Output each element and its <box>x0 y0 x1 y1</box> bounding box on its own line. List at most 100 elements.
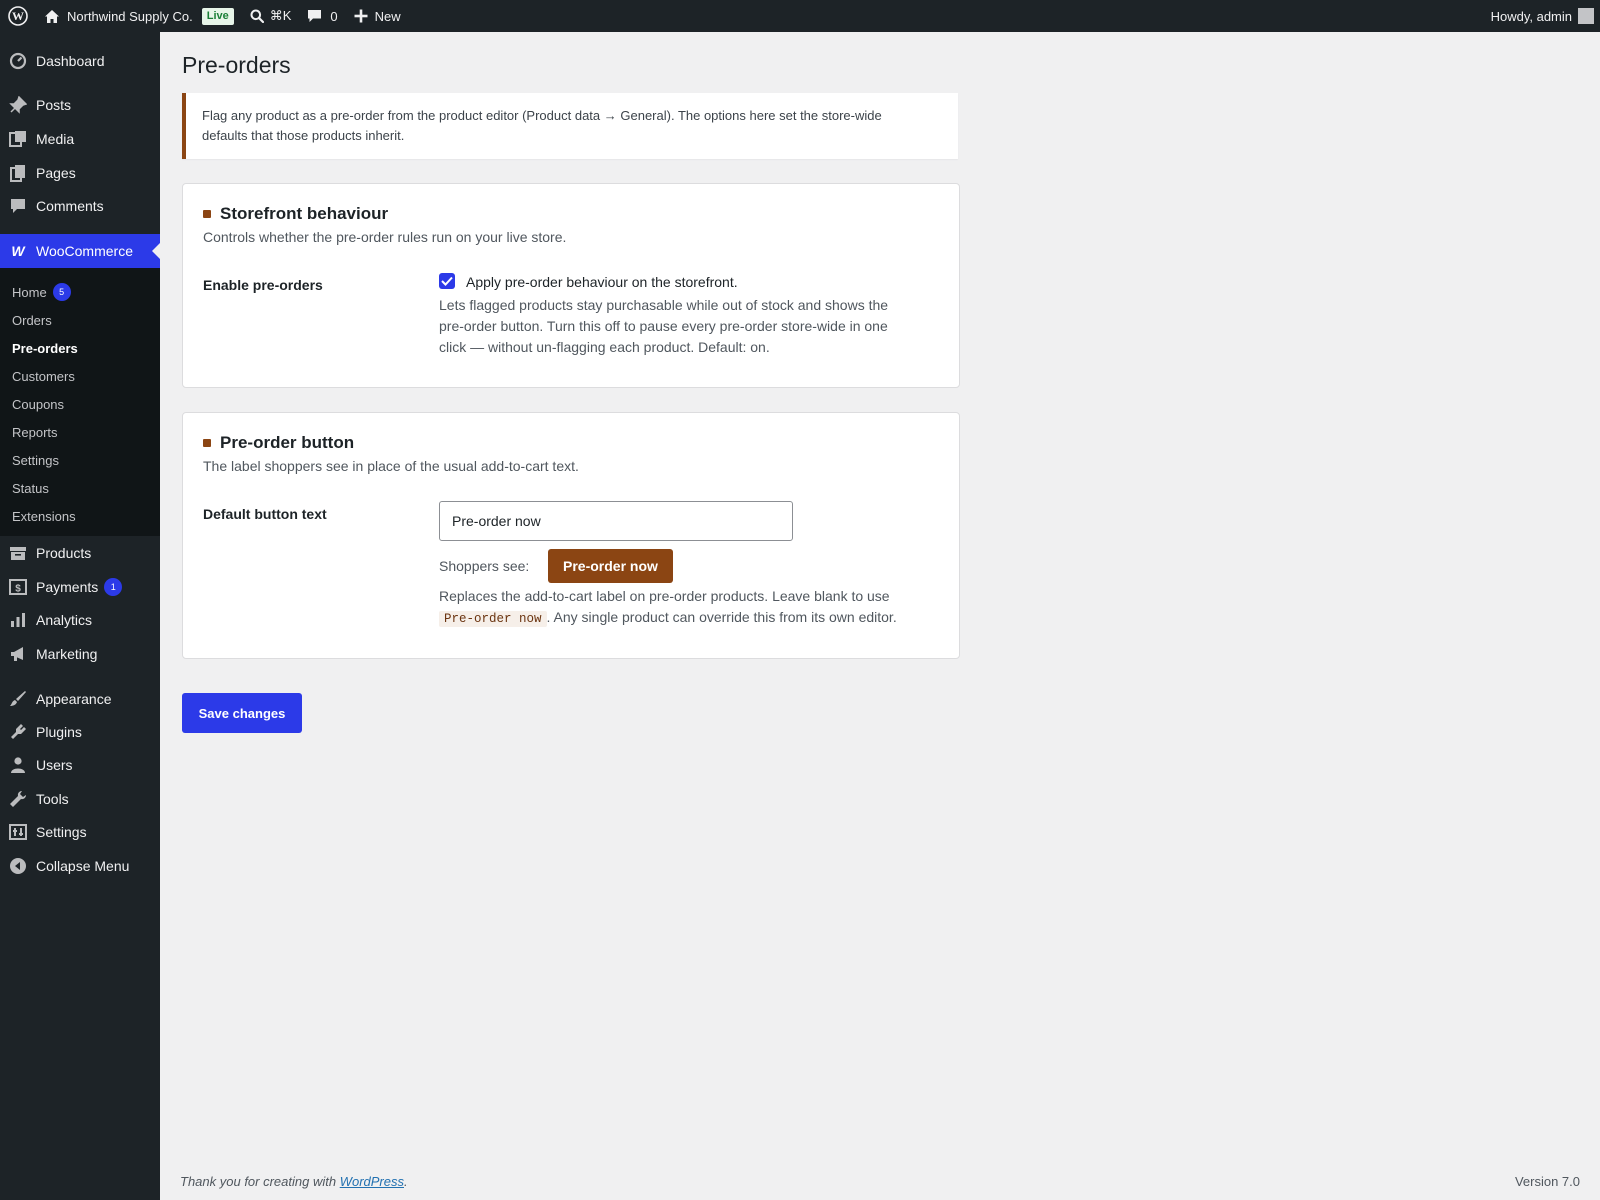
submenu-item-label: Extensions <box>12 508 76 524</box>
new-content-button[interactable]: New <box>346 0 409 32</box>
sidebar-item-payments[interactable]: $ Payments 1 <box>0 570 160 604</box>
pages-icon <box>0 164 36 182</box>
settings-icon <box>0 823 36 841</box>
footer-version: Version 7.0 <box>1514 1174 1580 1189</box>
sidebar-item-analytics[interactable]: Analytics <box>0 603 160 637</box>
sidebar-item-label: Settings <box>36 824 87 840</box>
submenu-item-status[interactable]: Status <box>12 478 49 498</box>
user-icon <box>0 756 36 774</box>
sidebar-item-dashboard[interactable]: Dashboard <box>0 44 160 78</box>
pre-order-button-card: Pre-order button The label shoppers see … <box>182 412 960 659</box>
sidebar-item-woocommerce[interactable]: W WooCommerce <box>0 234 160 268</box>
sidebar-item-label: Tools <box>36 791 69 807</box>
submenu-item-customers[interactable]: Customers <box>12 366 75 386</box>
svg-text:W: W <box>12 9 24 23</box>
sidebar-item-marketing[interactable]: Marketing <box>0 637 160 671</box>
new-label: New <box>374 8 401 24</box>
brush-icon <box>0 690 36 708</box>
live-status-badge: Live <box>201 7 234 25</box>
save-changes-button[interactable]: Save changes <box>182 693 302 733</box>
default-button-text-help: Replaces the add-to-cart label on pre-or… <box>439 586 939 630</box>
woocommerce-submenu: Home 5 Orders Pre-orders Customers Coupo… <box>0 268 160 536</box>
footer-thanks: Thank you for creating with WordPress. <box>180 1174 408 1189</box>
checkmark-icon <box>441 276 453 286</box>
footer-thanks-suffix: . <box>404 1174 408 1189</box>
submenu-item-label: Orders <box>12 312 52 328</box>
sidebar-item-label: Collapse Menu <box>36 858 130 874</box>
submenu-item-extensions[interactable]: Extensions <box>12 506 76 526</box>
section-title-text: Pre-order button <box>220 433 355 452</box>
default-button-text-input[interactable] <box>439 501 793 541</box>
collapse-menu-button[interactable]: Collapse Menu <box>0 849 160 883</box>
help-line: Replaces the add-to-cart label on pre-or… <box>439 588 890 604</box>
sidebar-item-label: Analytics <box>36 612 93 628</box>
section-description: The label shoppers see in place of the u… <box>203 458 579 474</box>
shoppers-see-label: Shoppers see: <box>439 558 530 574</box>
plugin-icon <box>0 723 36 741</box>
submenu-item-label: Reports <box>12 424 58 440</box>
main-content: Pre-orders Flag any product as a pre-ord… <box>160 32 1600 1200</box>
comments-count: 0 <box>330 8 338 24</box>
help-line: Lets flagged products stay purchasable w… <box>439 297 889 313</box>
sidebar-item-label: Posts <box>36 97 72 113</box>
comments-link[interactable]: 0 <box>299 0 345 32</box>
wordpress-logo-icon[interactable]: W <box>0 0 36 32</box>
sidebar-item-products[interactable]: Products <box>0 536 160 570</box>
payments-icon: $ <box>0 578 36 596</box>
command-search-button[interactable]: ⌘K <box>242 0 300 32</box>
help-line: click — without un-flagging each product… <box>439 339 770 355</box>
help-line-rest: . Any single product can override this f… <box>546 609 897 625</box>
page-title: Pre-orders <box>182 52 291 78</box>
greeting: Howdy, admin <box>1490 8 1572 24</box>
sidebar-item-settings[interactable]: Settings <box>0 815 160 849</box>
section-title-text: Storefront behaviour <box>220 204 389 223</box>
submenu-item-home[interactable]: Home 5 <box>12 282 71 302</box>
sidebar-item-media[interactable]: Media <box>0 122 160 156</box>
admin-bar: W Northwind Supply Co. Live ⌘K 0 New How… <box>0 0 1600 32</box>
sidebar-item-pages[interactable]: Pages <box>0 156 160 190</box>
sidebar-item-label: Products <box>36 545 92 561</box>
sidebar-item-comments[interactable]: Comments <box>0 189 160 223</box>
wordpress-link[interactable]: WordPress <box>340 1174 404 1189</box>
chart-bar-icon <box>0 611 36 629</box>
sidebar-item-posts[interactable]: Posts <box>0 88 160 122</box>
site-name: Northwind Supply Co. <box>67 8 193 24</box>
section-description: Controls whether the pre-order rules run… <box>203 229 567 245</box>
sidebar-item-label: Dashboard <box>36 53 105 69</box>
media-icon <box>0 130 36 148</box>
section-marker-icon <box>203 439 211 447</box>
notice-text-line-2: defaults that those products inherit. <box>202 128 405 143</box>
submenu-item-label: Pre-orders <box>12 340 78 356</box>
search-shortcut: ⌘K <box>269 8 292 23</box>
sidebar-item-label: Appearance <box>36 691 112 707</box>
submenu-item-settings[interactable]: Settings <box>12 450 59 470</box>
pre-order-button-preview: Pre-order now <box>548 549 673 583</box>
section-marker-icon <box>203 210 211 218</box>
sidebar-item-label: Comments <box>36 198 104 214</box>
submenu-item-pre-orders[interactable]: Pre-orders <box>12 338 78 358</box>
plus-icon <box>354 9 368 23</box>
submenu-item-coupons[interactable]: Coupons <box>12 394 64 414</box>
site-name-link[interactable]: Northwind Supply Co. Live <box>36 0 242 32</box>
default-button-text-label: Default button text <box>203 506 327 522</box>
account-menu[interactable]: Howdy, admin <box>1483 0 1600 32</box>
section-title: Storefront behaviour <box>203 204 388 224</box>
submenu-item-label: Customers <box>12 368 75 384</box>
submenu-item-orders[interactable]: Orders <box>12 310 52 330</box>
sidebar-item-tools[interactable]: Tools <box>0 782 160 816</box>
checkbox-label[interactable]: Apply pre-order behaviour on the storefr… <box>466 274 738 290</box>
home-icon <box>44 9 60 24</box>
sidebar-item-label: Payments <box>36 579 99 595</box>
sidebar-item-plugins[interactable]: Plugins <box>0 715 160 749</box>
dashboard-icon <box>0 52 36 70</box>
submenu-item-label: Settings <box>12 452 59 468</box>
sidebar-item-label: WooCommerce <box>36 243 133 259</box>
archive-icon <box>0 544 36 562</box>
submenu-item-reports[interactable]: Reports <box>12 422 58 442</box>
default-label-code: Pre-order now <box>439 611 547 627</box>
enable-pre-orders-checkbox[interactable] <box>439 273 455 289</box>
sidebar-item-appearance[interactable]: Appearance <box>0 682 160 716</box>
megaphone-icon <box>0 645 36 663</box>
sidebar-item-users[interactable]: Users <box>0 748 160 782</box>
payments-count-badge: 1 <box>104 578 123 596</box>
